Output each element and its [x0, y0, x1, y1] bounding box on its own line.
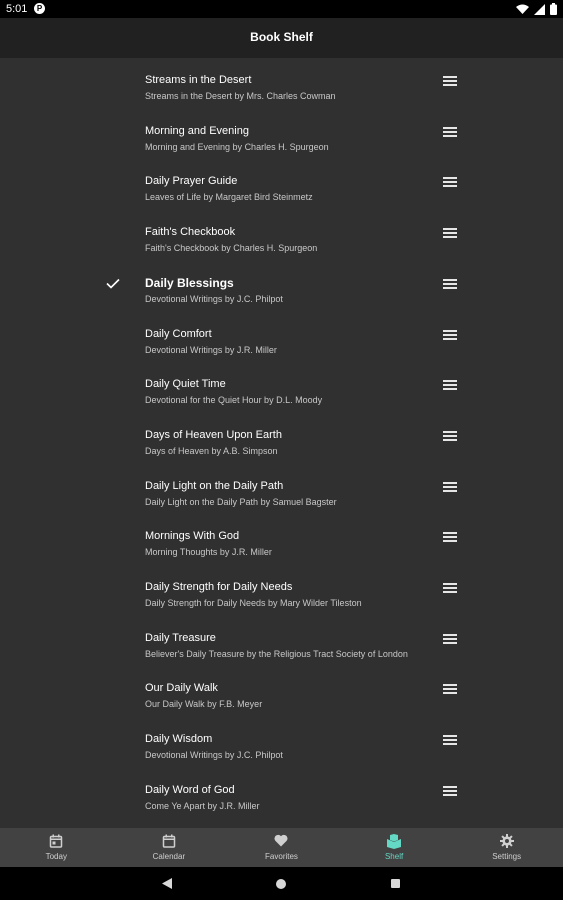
book-title: Daily Light on the Daily Path [145, 479, 284, 492]
book-title: Streams in the Desert [145, 74, 252, 86]
drag-handle-icon[interactable] [443, 532, 457, 544]
heart-icon [274, 834, 288, 847]
book-subtitle: Believer's Daily Treasure by the Religio… [145, 648, 408, 659]
nav-settings[interactable]: Settings [450, 828, 563, 867]
drag-handle-icon[interactable] [443, 785, 457, 798]
book-shelf-icon [387, 834, 402, 849]
book-subtitle: Devotional Writings by J.C. Philpot [145, 293, 283, 304]
nav-shelf[interactable]: Shelf [338, 828, 451, 867]
book-item[interactable]: Mornings With God Morning Thoughts by J.R… [0, 520, 563, 570]
book-subtitle: Devotional for the Quiet Hour by D.L. Mo… [145, 395, 323, 406]
nav-label: Calendar [152, 852, 186, 861]
status-icons [516, 2, 557, 16]
book-title: Daily Comfort [145, 327, 212, 340]
nav-favorites[interactable]: Favorites [225, 828, 338, 867]
book-subtitle: Daily Strength for Daily Needs by Mary W… [145, 598, 362, 608]
battery-icon [550, 3, 557, 15]
book-item[interactable]: Daily Strength for Daily Needs Daily Stre… [0, 571, 563, 621]
book-list[interactable]: Streams in the Desert Streams in the Dese… [0, 58, 563, 828]
nav-today[interactable]: Today [0, 828, 113, 867]
drag-handle-icon[interactable] [443, 228, 457, 240]
book-item[interactable]: Our Daily Walk Our Daily Walk by F.B. Mey… [0, 672, 563, 722]
book-subtitle: Daily Light on the Daily Path by Samuel … [145, 496, 337, 507]
book-item[interactable]: Daily Comfort Devotional Writings by J.R.… [0, 318, 563, 368]
book-title: Daily Prayer Guide [145, 175, 238, 188]
drag-handle-icon[interactable] [443, 278, 457, 291]
book-item[interactable]: Streams in the Desert Streams in the Dese… [0, 64, 563, 114]
status-time: 5:01 [6, 3, 28, 15]
nav-label: Shelf [384, 852, 404, 861]
nav-calendar[interactable]: Calendar [113, 828, 226, 867]
checkmark-icon [106, 278, 120, 289]
drag-handle-icon[interactable] [443, 684, 457, 696]
wifi-icon [516, 4, 529, 14]
book-item[interactable]: Daily Prayer Guide Leaves of Life by Marg… [0, 165, 563, 215]
app-bar: Book Shelf [0, 18, 563, 58]
page-title: Book Shelf [250, 30, 313, 44]
book-title: Daily Treasure [145, 631, 216, 644]
book-item[interactable]: Morning and Evening Morning and Evening b… [0, 115, 563, 165]
drag-handle-icon[interactable] [443, 177, 457, 189]
book-title: Daily Blessings [145, 275, 234, 290]
book-title: Morning and Evening [145, 124, 249, 137]
book-subtitle: Days of Heaven by A.B. Simpson [145, 445, 278, 456]
drag-handle-icon[interactable] [443, 126, 457, 139]
gear-icon [499, 834, 514, 848]
book-subtitle: Morning and Evening by Charles H. Spurge… [145, 141, 329, 152]
nav-label: Settings [492, 852, 522, 861]
calendar-icon [162, 834, 176, 848]
book-item[interactable]: Daily Quiet Time Devotional for the Quiet… [0, 368, 563, 418]
drag-handle-icon[interactable] [443, 481, 457, 494]
book-subtitle: Come Ye Apart by J.R. Miller [145, 800, 260, 811]
notification-app-icon: P [34, 3, 45, 14]
book-subtitle: Devotional Writings by J.R. Miller [145, 344, 277, 355]
drag-handle-icon[interactable] [443, 380, 457, 392]
signal-icon [534, 3, 545, 15]
drag-handle-icon[interactable] [443, 430, 457, 443]
drag-handle-icon[interactable] [443, 583, 457, 595]
book-item[interactable]: Days of Heaven Upon Earth Days of Heaven … [0, 419, 563, 469]
nav-label: Today [45, 852, 67, 861]
status-bar: 5:01 P [0, 0, 563, 18]
home-icon[interactable] [276, 879, 286, 889]
book-item[interactable]: Daily Word of God Come Ye Apart by J.R. M… [0, 774, 563, 824]
book-subtitle: Our Daily Walk by F.B. Meyer [145, 699, 263, 710]
book-subtitle: Morning Thoughts by J.R. Miller [145, 547, 272, 558]
book-item[interactable]: Daily Light on the Daily Path Daily Light… [0, 470, 563, 520]
book-title: Our Daily Walk [145, 682, 218, 695]
book-subtitle: Devotional Writings by J.C. Philpot [145, 750, 283, 761]
book-title: Mornings With God [145, 530, 240, 543]
drag-handle-icon[interactable] [443, 76, 457, 88]
recents-icon[interactable] [391, 879, 400, 888]
book-subtitle: Faith's Checkbook by Charles H. Spurgeon [145, 243, 318, 254]
book-title: Daily Wisdom [145, 733, 213, 746]
book-item[interactable]: Faith's Checkbook Faith's Checkbook by Ch… [0, 216, 563, 266]
drag-handle-icon[interactable] [443, 633, 457, 646]
book-title: Daily Strength for Daily Needs [145, 581, 293, 593]
back-icon[interactable] [162, 878, 172, 889]
nav-label: Favorites [265, 852, 298, 861]
book-subtitle: Leaves of Life by Margaret Bird Steinmet… [145, 192, 313, 203]
book-subtitle: Streams in the Desert by Mrs. Charles Co… [145, 91, 336, 101]
calendar-today-icon [50, 834, 63, 848]
system-navigation-bar [0, 867, 563, 900]
drag-handle-icon[interactable] [443, 735, 457, 747]
book-item[interactable]: Daily Treasure Believer's Daily Treasure … [0, 622, 563, 672]
book-item[interactable]: Daily Wisdom Devotional Writings by J.C. … [0, 723, 563, 773]
book-title: Days of Heaven Upon Earth [145, 428, 282, 441]
book-title: Faith's Checkbook [145, 226, 236, 239]
bottom-navigation: Today Calendar Favorites Shelf Settings [0, 828, 563, 867]
book-title: Daily Word of God [145, 783, 235, 796]
book-item[interactable]: Daily Blessings Devotional Writings by J.… [0, 267, 563, 317]
book-title: Daily Quiet Time [145, 378, 226, 391]
drag-handle-icon[interactable] [443, 329, 457, 342]
